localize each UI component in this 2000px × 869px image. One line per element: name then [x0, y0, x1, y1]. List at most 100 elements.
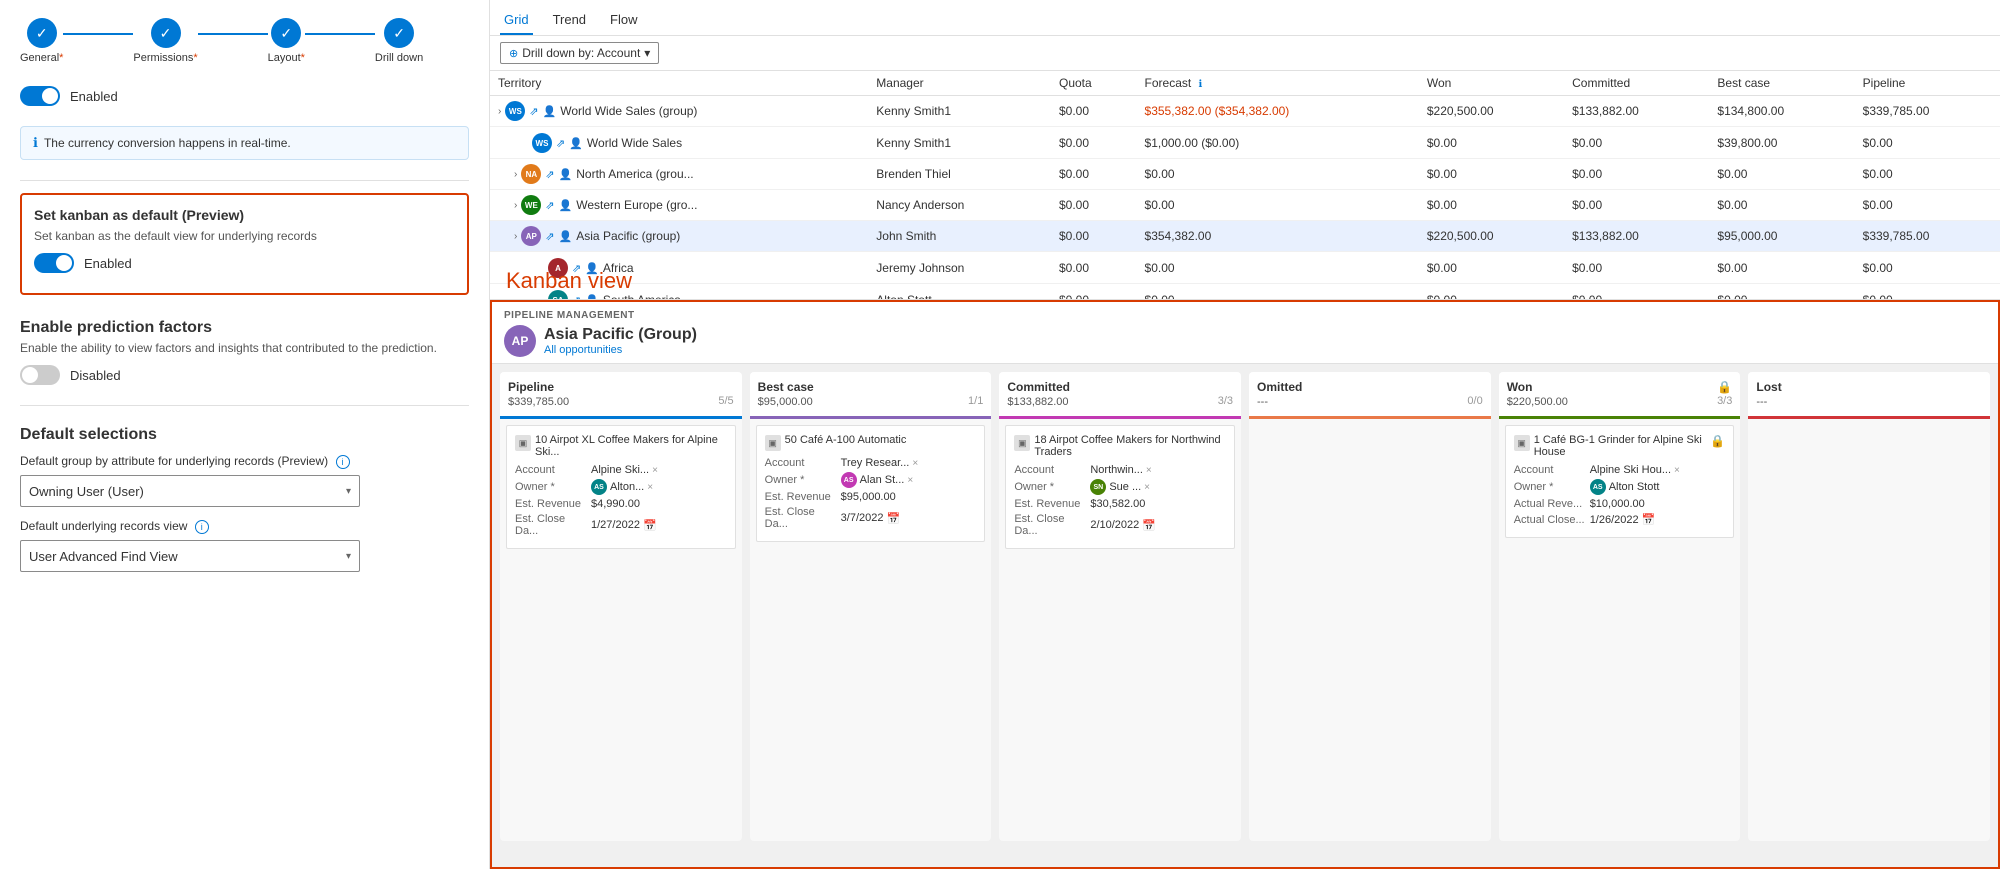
cell-manager: Alton Stott — [868, 284, 1051, 301]
wizard-step-permissions[interactable]: ✓ Permissions — [133, 18, 197, 64]
person-icon[interactable]: 👤 — [543, 105, 557, 118]
drill-down-button[interactable]: ⊕ Drill down by: Account ▾ — [500, 42, 659, 64]
expand-icon[interactable]: › — [514, 169, 517, 180]
kanban-section: PIPELINE MANAGEMENT AP Asia Pacific (Gro… — [490, 300, 2000, 869]
cell-won: $0.00 — [1419, 190, 1564, 221]
underlying-view-dropdown[interactable]: User Advanced Find View ▾ — [20, 540, 360, 572]
filter-icon: ⊕ — [509, 47, 518, 60]
kanban-card[interactable]: ▣ 1 Café BG-1 Grinder for Alpine Ski Hou… — [1505, 425, 1735, 538]
person-icon[interactable]: 👤 — [569, 137, 583, 150]
link-icon[interactable]: ⇗ — [529, 105, 538, 118]
kanban-col-header-lost: Lost --- — [1748, 372, 1990, 419]
person-icon[interactable]: 👤 — [559, 199, 573, 212]
cell-forecast: $0.00 — [1137, 284, 1419, 301]
link-icon[interactable]: ⇗ — [545, 199, 554, 212]
cell-quota: $0.00 — [1051, 221, 1137, 252]
person-icon[interactable]: 👤 — [585, 262, 599, 275]
wizard-step-layout[interactable]: ✓ Layout — [268, 18, 305, 64]
cell-quota: $0.00 — [1051, 127, 1137, 159]
wizard-connector-2 — [198, 33, 268, 35]
table-row[interactable]: › NA ⇗ 👤 North America (grou... Brenden … — [490, 159, 2000, 190]
table-row[interactable]: SA ⇗ 👤 South America Alton Stott $0.00 $… — [490, 284, 2000, 301]
table-row[interactable]: › WE ⇗ 👤 Western Europe (gro... Nancy An… — [490, 190, 2000, 221]
wizard-step-label-layout: Layout — [268, 52, 305, 64]
table-row[interactable]: › WS ⇗ 👤 World Wide Sales (group) Kenny … — [490, 96, 2000, 127]
kanban-card[interactable]: ▣ 18 Airpot Coffee Makers for Northwind … — [1005, 425, 1235, 549]
prediction-toggle[interactable] — [20, 365, 60, 385]
person-icon[interactable]: 👤 — [559, 230, 573, 243]
territory-name: Western Europe (gro... — [576, 198, 697, 212]
kanban-col-count-pipeline: 5/5 — [718, 395, 733, 407]
kanban-col-title-bestcase: Best case — [758, 380, 814, 394]
wizard-step-general[interactable]: ✓ General — [20, 18, 63, 64]
wizard-step-circle-general: ✓ — [27, 18, 57, 48]
card-row-actual-close: Actual Close... 1/26/2022 📅 — [1514, 513, 1726, 526]
underlying-view-arrow-icon: ▾ — [346, 551, 351, 562]
enabled-toggle[interactable] — [20, 86, 60, 106]
kanban-col-omitted: Omitted --- 0/0 — [1249, 372, 1491, 841]
cell-bestcase: $0.00 — [1709, 159, 1854, 190]
row-avatar: NA — [521, 164, 541, 184]
row-avatar: SA — [548, 290, 568, 300]
kanban-card[interactable]: ▣ 10 Airpot XL Coffee Makers for Alpine … — [506, 425, 736, 549]
forecast-info-icon[interactable]: ℹ — [1199, 79, 1203, 90]
wizard-step-drilldown[interactable]: ✓ Drill down — [375, 18, 423, 64]
table-row[interactable]: A ⇗ 👤 Africa Jeremy Johnson $0.00 $0.00 … — [490, 252, 2000, 284]
link-icon[interactable]: ⇗ — [545, 168, 554, 181]
territory-name: South America — [603, 293, 681, 300]
wizard-step-label-general: General — [20, 52, 63, 64]
kanban-card[interactable]: ▣ 50 Café A-100 Automatic Account Trey R… — [756, 425, 986, 542]
kanban-col-amount-won: $220,500.00 — [1507, 396, 1568, 408]
tab-trend[interactable]: Trend — [549, 6, 590, 35]
tab-flow[interactable]: Flow — [606, 6, 641, 35]
underlying-view-value: User Advanced Find View — [29, 549, 178, 564]
card-row-owner: Owner * AS Alton... × — [515, 479, 727, 495]
kanban-cards-lost — [1748, 419, 1990, 841]
link-icon[interactable]: ⇗ — [572, 262, 581, 275]
link-icon[interactable]: ⇗ — [545, 230, 554, 243]
kanban-group-info: AP Asia Pacific (Group) All opportunitie… — [504, 325, 1986, 357]
kanban-columns: Pipeline $339,785.00 5/5 ▣ 10 Airpot XL … — [492, 364, 1998, 849]
expand-icon[interactable]: › — [514, 200, 517, 211]
card-row-owner: Owner * SN Sue ... × — [1014, 479, 1226, 495]
card-row-est-close: Est. Close Da... 3/7/2022 📅 — [765, 506, 977, 530]
lock-icon: 🔒 — [1710, 434, 1725, 448]
cell-won: $0.00 — [1419, 284, 1564, 301]
table-row[interactable]: › AP ⇗ 👤 Asia Pacific (group) John Smith… — [490, 221, 2000, 252]
cell-forecast: $0.00 — [1137, 159, 1419, 190]
grid-table-container[interactable]: Territory Manager Quota Forecast ℹ Won C… — [490, 71, 2000, 300]
territory-name: North America (grou... — [576, 167, 693, 181]
underlying-view-info-icon[interactable]: i — [195, 520, 209, 534]
group-by-info-icon[interactable]: i — [336, 455, 350, 469]
cell-quota: $0.00 — [1051, 159, 1137, 190]
kanban-group-title: Asia Pacific (Group) — [544, 326, 697, 344]
underlying-view-label: Default underlying records view i — [20, 519, 469, 534]
kanban-col-title-lost: Lost — [1756, 380, 1781, 394]
card-record-icon: ▣ — [765, 435, 781, 451]
link-icon[interactable]: ⇗ — [556, 137, 565, 150]
expand-icon[interactable]: › — [514, 231, 517, 242]
kanban-card-title: ▣ 10 Airpot XL Coffee Makers for Alpine … — [515, 434, 727, 458]
expand-icon[interactable]: › — [498, 106, 501, 117]
person-icon[interactable]: 👤 — [559, 168, 573, 181]
table-row[interactable]: WS ⇗ 👤 World Wide Sales Kenny Smith1 $0.… — [490, 127, 2000, 159]
kanban-default-toggle-row: Enabled — [34, 253, 455, 273]
kanban-cards-pipeline: ▣ 10 Airpot XL Coffee Makers for Alpine … — [500, 419, 742, 841]
currency-note-text: The currency conversion happens in real-… — [44, 136, 291, 150]
kanban-col-title-committed: Committed — [1007, 380, 1070, 394]
group-by-value: Owning User (User) — [29, 484, 144, 499]
card-row-actual-revenue: Actual Reve... $10,000.00 — [1514, 498, 1726, 510]
card-row-account: Account Northwin... × — [1014, 464, 1226, 476]
kanban-default-toggle[interactable] — [34, 253, 74, 273]
col-manager: Manager — [868, 71, 1051, 96]
kanban-col-title-won: Won — [1507, 380, 1533, 394]
wizard-connector-1 — [63, 33, 133, 35]
group-by-dropdown[interactable]: Owning User (User) ▾ — [20, 475, 360, 507]
wizard-step-circle-permissions: ✓ — [151, 18, 181, 48]
currency-info-box: ℹ The currency conversion happens in rea… — [20, 126, 469, 160]
cell-quota: $0.00 — [1051, 96, 1137, 127]
card-row-account: Account Alpine Ski Hou... × — [1514, 464, 1726, 476]
card-row-est-close: Est. Close Da... 2/10/2022 📅 — [1014, 513, 1226, 537]
grid-section: Grid Trend Flow ⊕ Drill down by: Account… — [490, 0, 2000, 300]
tab-grid[interactable]: Grid — [500, 6, 533, 35]
